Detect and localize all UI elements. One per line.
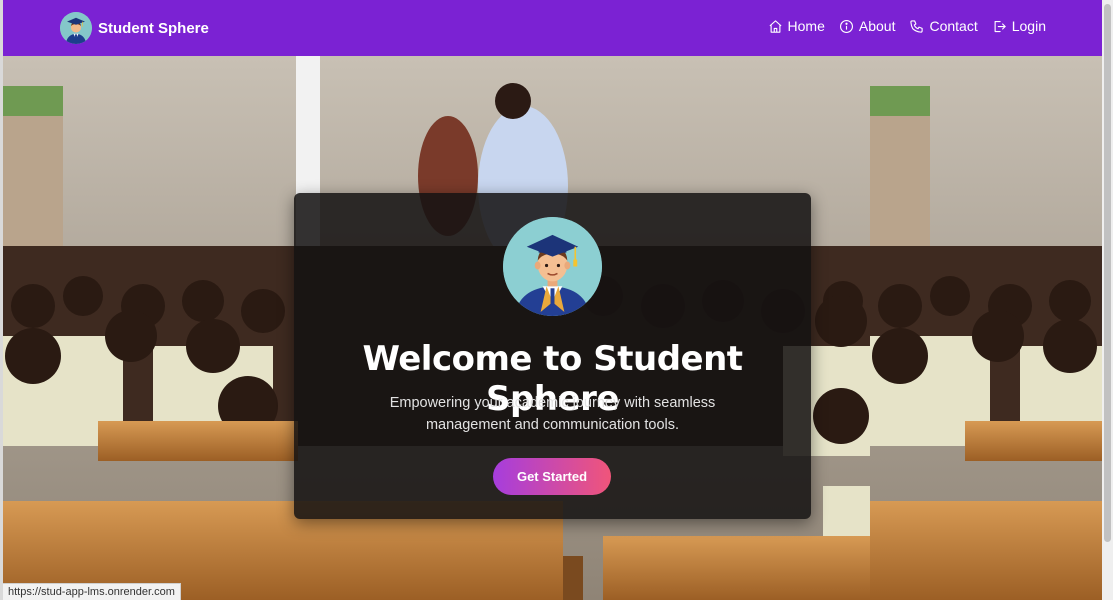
top-navbar: Student Sphere Home About Contact Login [3, 0, 1102, 56]
info-icon [839, 19, 853, 33]
graduate-avatar-icon [60, 12, 92, 44]
nav-about-label: About [858, 18, 896, 34]
home-icon [769, 19, 782, 33]
page-scrollbar[interactable] [1102, 0, 1113, 600]
nav-contact[interactable]: Contact [909, 18, 978, 34]
welcome-card: Welcome to Student Sphere Empowering you… [294, 193, 811, 519]
window-frame [0, 0, 3, 600]
nav-contact-label: Contact [929, 18, 978, 34]
phone-icon [910, 19, 924, 33]
hero-section: Welcome to Student Sphere Empowering you… [3, 56, 1102, 600]
browser-viewport: Student Sphere Home About Contact Login … [0, 0, 1113, 600]
hero-subtitle: Empowering your academic journey with se… [389, 395, 716, 433]
scrollbar-thumb[interactable] [1104, 4, 1111, 542]
get-started-button[interactable]: Get Started [493, 458, 611, 495]
nav-links: Home About Contact Login [768, 18, 1046, 34]
login-icon [994, 20, 1006, 32]
brand-name: Student Sphere [98, 19, 209, 37]
brand[interactable]: Student Sphere [60, 12, 209, 44]
link-status-bar: https://stud-app-lms.onrender.com [3, 583, 181, 600]
graduate-avatar-icon [503, 217, 602, 316]
nav-login[interactable]: Login [992, 18, 1046, 34]
nav-about[interactable]: About [839, 18, 896, 34]
classroom-photo-repeat [870, 56, 1102, 600]
nav-home[interactable]: Home [768, 18, 825, 34]
nav-login-label: Login [1011, 18, 1046, 34]
nav-home-label: Home [787, 18, 825, 34]
